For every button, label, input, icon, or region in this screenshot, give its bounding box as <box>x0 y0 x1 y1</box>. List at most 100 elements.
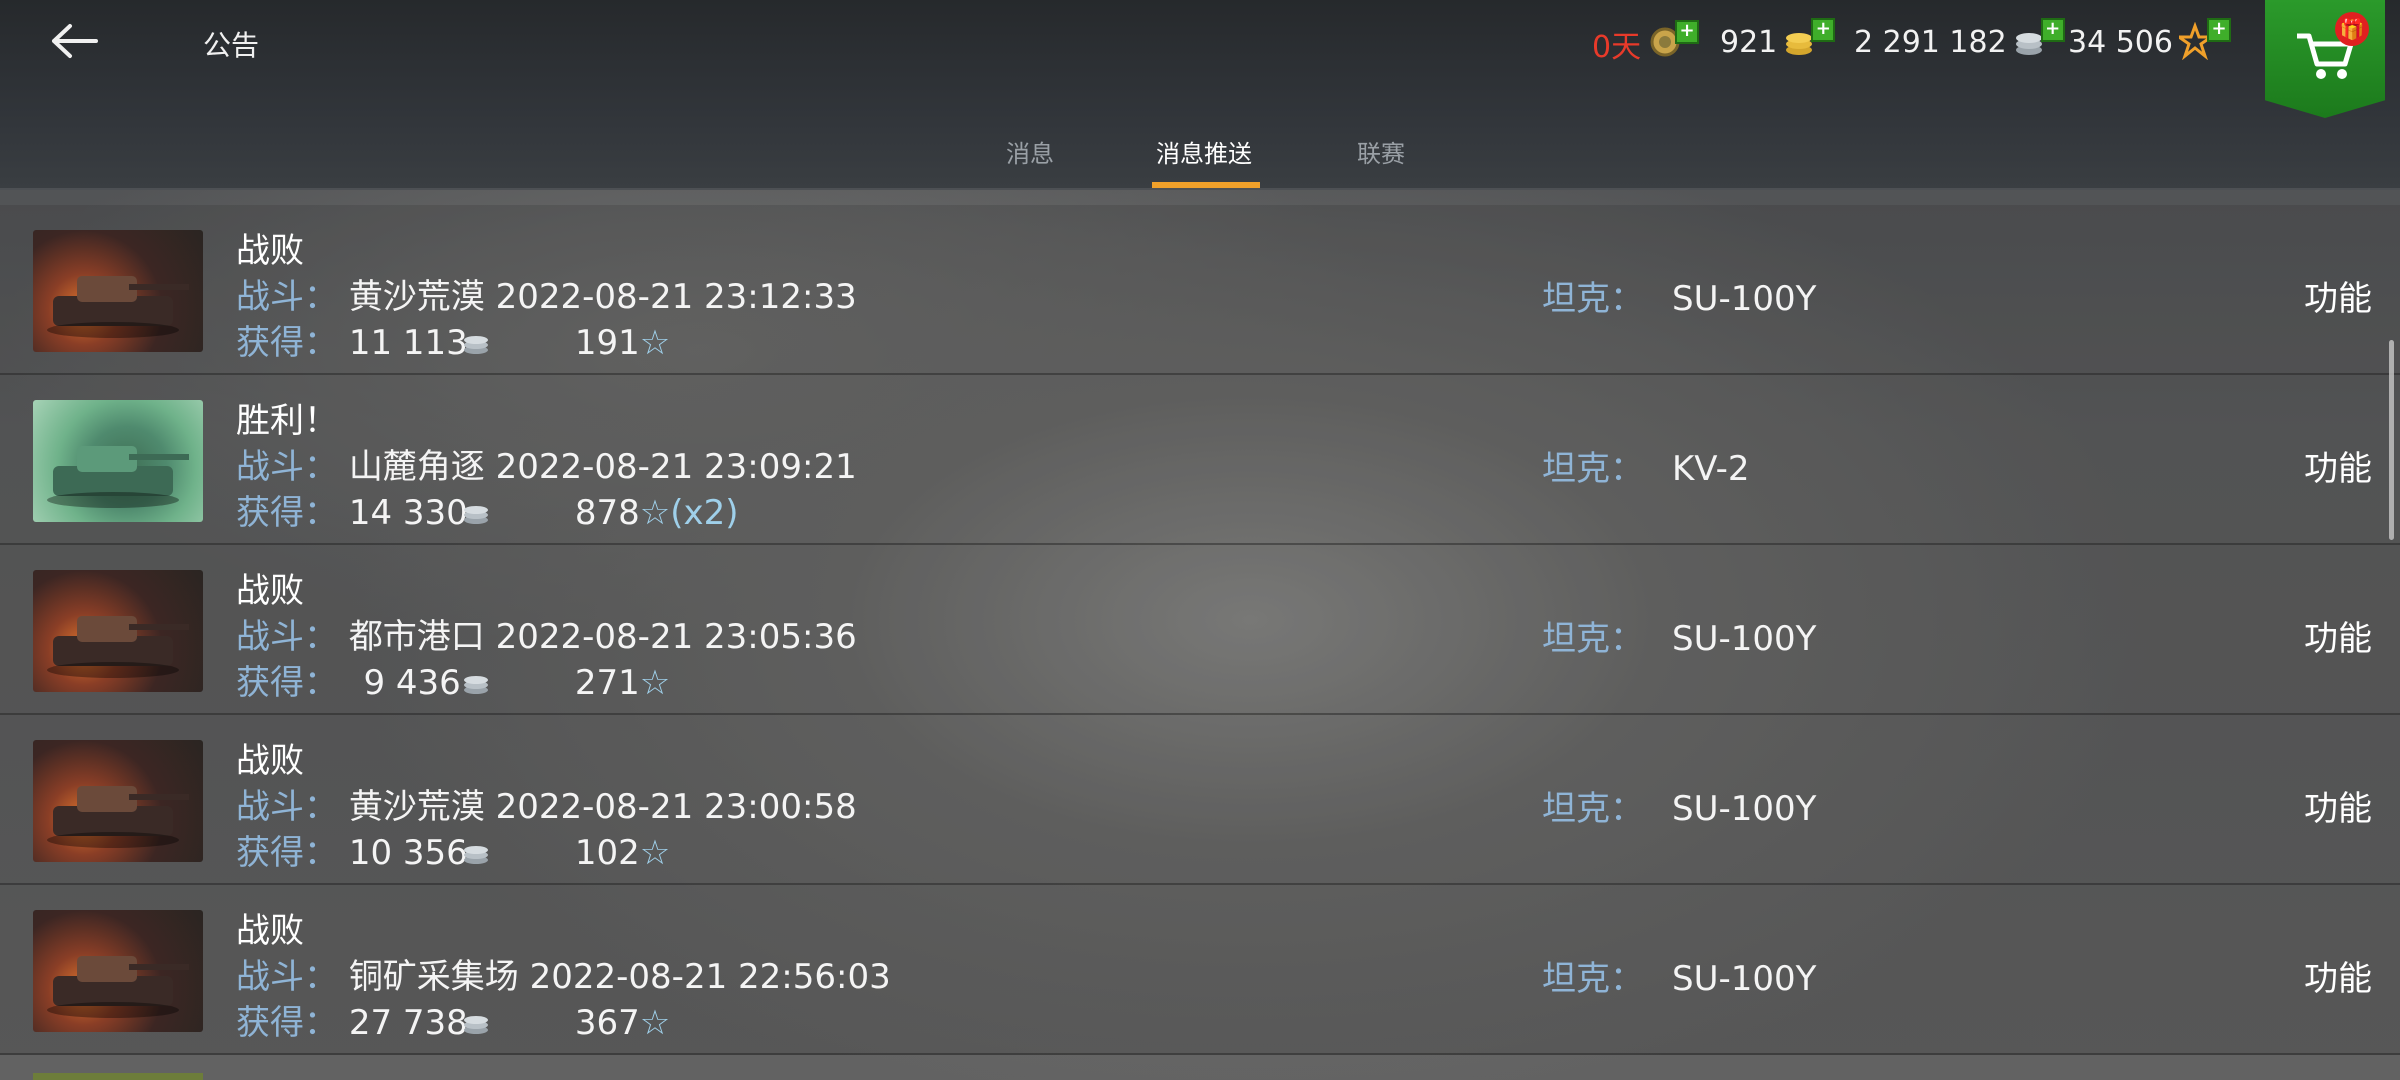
free-xp-display[interactable]: 34 506 + <box>2068 18 2231 62</box>
divider <box>0 188 2400 190</box>
credits-display[interactable]: 2 291 182 + <box>1854 18 2065 62</box>
tab-league[interactable]: 联赛 <box>1357 134 1405 169</box>
back-button[interactable] <box>48 18 102 64</box>
battle-line: 战斗： 铜矿采集场 2022-08-21 22:56:03 <box>236 949 891 998</box>
earned-xp: 102 <box>574 833 640 873</box>
add-credits-icon[interactable]: + <box>2040 18 2065 42</box>
battle-result: 战败 <box>236 911 304 951</box>
tank-name: SU-100Y <box>1672 279 1817 319</box>
earned-line: 获得： 9 436 271☆ <box>236 655 670 704</box>
battle-line: 战斗： 黄沙荒漠 2022-08-21 23:00:58 <box>236 779 857 828</box>
tank-name: SU-100Y <box>1672 959 1817 999</box>
tank-image-icon <box>47 786 189 848</box>
tank-line: 坦克： SU-100Y <box>1542 271 1816 320</box>
free-xp-value: 34 506 <box>2068 24 2173 60</box>
battle-result: 战败 <box>236 231 304 271</box>
add-free-xp-icon[interactable]: + <box>2206 18 2231 42</box>
battle-label: 战斗： <box>236 957 338 997</box>
silver-coins-icon <box>463 846 488 864</box>
scrollbar[interactable] <box>2389 340 2394 540</box>
tank-image-icon <box>47 276 189 338</box>
tank-image-icon <box>47 616 189 678</box>
list-item[interactable]: 胜利！ 战斗： 山麓角逐 2022-08-21 23:09:21 获得： 14 … <box>0 375 2400 545</box>
list-item[interactable]: 战败 战斗： 黄沙荒漠 2022-08-21 23:00:58 获得： 10 3… <box>0 715 2400 885</box>
silver-coins-icon <box>463 676 488 694</box>
top-bar: 公告 0天 + 921 + 2 291 182 + 34 506 + 🎁 消息 … <box>0 0 2400 190</box>
tank-label: 坦克： <box>1542 959 1644 999</box>
battle-label: 战斗： <box>236 447 338 487</box>
earned-credits: 9 436 <box>363 663 461 703</box>
gold-display[interactable]: 921 + <box>1720 18 1836 62</box>
earned-credits: 27 738 <box>348 1003 468 1043</box>
battle-thumbnail <box>33 570 203 692</box>
earned-label: 获得： <box>236 1003 338 1043</box>
xp-multiplier: (x2) <box>670 493 739 533</box>
free-xp-star-icon: + <box>2174 18 2231 62</box>
earned-label: 获得： <box>236 493 338 533</box>
earned-credits: 10 356 <box>348 833 468 873</box>
tank-label: 坦克： <box>1542 789 1644 829</box>
earned-credits: 14 330 <box>348 493 468 533</box>
tank-label: 坦克： <box>1542 279 1644 319</box>
arrow-left-icon <box>52 24 98 58</box>
list-item[interactable]: 战败 战斗： 铜矿采集场 2022-08-21 22:56:03 获得： 27 … <box>0 885 2400 1055</box>
earned-label: 获得： <box>236 663 338 703</box>
battle-thumbnail <box>33 910 203 1032</box>
battle-result: 战败 <box>236 741 304 781</box>
shop-button[interactable] <box>2265 0 2385 118</box>
battle-thumbnail <box>33 230 203 352</box>
battle-map-time: 黄沙荒漠 2022-08-21 23:00:58 <box>348 787 857 827</box>
battle-thumbnail <box>33 740 203 862</box>
function-button[interactable]: 功能 <box>2304 951 2372 1000</box>
tank-name: KV-2 <box>1672 449 1750 489</box>
earned-line: 获得： 10 356 102☆ <box>236 825 670 874</box>
tank-line: 坦克： SU-100Y <box>1542 951 1816 1000</box>
premium-days-value: 0天 <box>1592 30 1642 65</box>
earned-label: 获得： <box>236 323 338 363</box>
tank-label: 坦克： <box>1542 449 1644 489</box>
silver-coins-icon <box>463 506 488 524</box>
list-item-partial-thumbnail <box>33 1073 203 1080</box>
battle-thumbnail <box>33 400 203 522</box>
tank-line: 坦克： SU-100Y <box>1542 781 1816 830</box>
battle-map-time: 都市港口 2022-08-21 23:05:36 <box>348 617 857 657</box>
function-button[interactable]: 功能 <box>2304 781 2372 830</box>
tank-line: 坦克： SU-100Y <box>1542 611 1816 660</box>
add-premium-icon[interactable]: + <box>1675 20 1700 44</box>
earned-line: 获得： 27 738 367☆ <box>236 995 670 1044</box>
tank-name: SU-100Y <box>1672 619 1817 659</box>
function-button[interactable]: 功能 <box>2304 271 2372 320</box>
tab-notifications[interactable]: 消息推送 <box>1156 134 1252 169</box>
tank-image-icon <box>47 446 189 508</box>
earned-xp: 191 <box>574 323 640 363</box>
add-gold-icon[interactable]: + <box>1811 18 1836 42</box>
battle-results-list: 战败 战斗： 黄沙荒漠 2022-08-21 23:12:33 获得： 11 1… <box>0 205 2400 1055</box>
earned-xp: 271 <box>574 663 640 703</box>
battle-line: 战斗： 黄沙荒漠 2022-08-21 23:12:33 <box>236 269 857 318</box>
battle-result: 胜利！ <box>236 401 338 441</box>
function-button[interactable]: 功能 <box>2304 611 2372 660</box>
battle-line: 战斗： 山麓角逐 2022-08-21 23:09:21 <box>236 439 857 488</box>
earned-line: 获得： 14 330 878☆(x2) <box>236 485 739 534</box>
xp-star-icon: ☆ <box>639 663 671 703</box>
credits-value: 2 291 182 <box>1854 24 2007 60</box>
tank-label: 坦克： <box>1542 619 1644 659</box>
earned-credits: 11 113 <box>348 323 468 363</box>
silver-coins-icon <box>463 1016 488 1034</box>
gold-value: 921 <box>1720 24 1778 60</box>
list-item[interactable]: 战败 战斗： 黄沙荒漠 2022-08-21 23:12:33 获得： 11 1… <box>0 205 2400 375</box>
premium-days-display[interactable]: 0天 + <box>1592 20 1700 66</box>
function-button[interactable]: 功能 <box>2304 441 2372 490</box>
premium-badge-icon: + <box>1647 20 1700 64</box>
earned-xp: 878 <box>574 493 640 533</box>
tab-messages[interactable]: 消息 <box>1006 134 1054 169</box>
battle-label: 战斗： <box>236 277 338 317</box>
xp-star-icon: ☆ <box>639 1003 671 1043</box>
gold-coins-icon: + <box>1783 18 1836 62</box>
tank-name: SU-100Y <box>1672 789 1817 829</box>
list-item[interactable]: 战败 战斗： 都市港口 2022-08-21 23:05:36 获得： 9 43… <box>0 545 2400 715</box>
battle-result: 战败 <box>236 571 304 611</box>
battle-label: 战斗： <box>236 617 338 657</box>
battle-label: 战斗： <box>236 787 338 827</box>
gift-icon[interactable]: 🎁 <box>2335 12 2369 46</box>
